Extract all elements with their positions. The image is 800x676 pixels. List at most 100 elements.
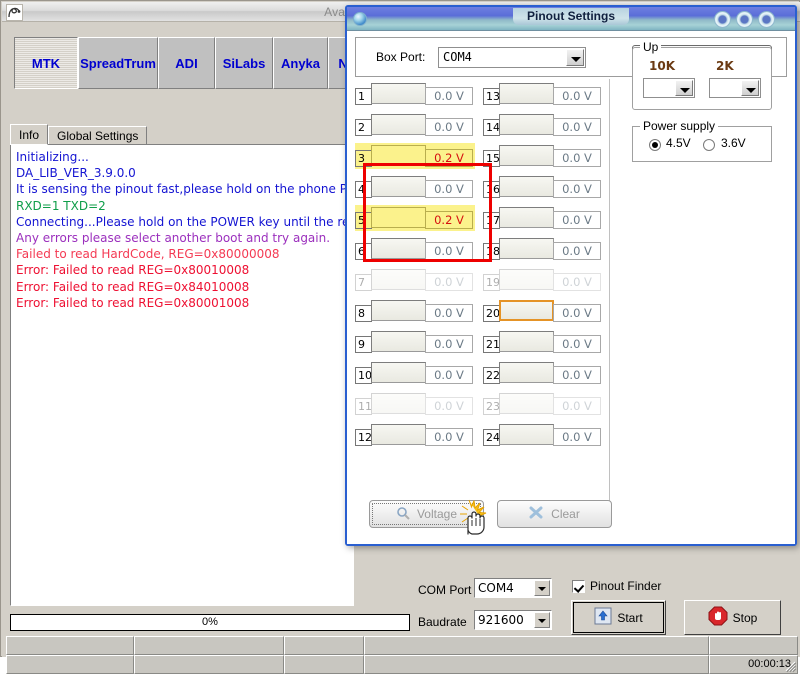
resistor-10k-select[interactable]: [643, 78, 695, 98]
pin-level-bar[interactable]: [499, 362, 554, 383]
pin-row[interactable]: 20 0.0 V: [483, 298, 603, 324]
upload-icon: [594, 607, 612, 628]
pin-row[interactable]: 9 0.0 V: [355, 329, 475, 355]
status-bar-row-bottom: 00:00:13: [6, 655, 798, 674]
pin-voltage: 0.2 V: [425, 149, 473, 167]
window-menu-orb-icon[interactable]: [353, 12, 367, 26]
box-port-select[interactable]: COM4: [438, 47, 586, 68]
status-cell-4: [364, 636, 709, 655]
maximize-button[interactable]: [736, 11, 753, 28]
log-output[interactable]: Initializing... DA_LIB_VER_3.9.0.0 It is…: [12, 146, 352, 604]
pin-row[interactable]: 11 0.0 V: [355, 391, 475, 417]
pin-level-bar[interactable]: [371, 238, 426, 259]
baudrate-select[interactable]: 921600: [474, 610, 552, 630]
pin-level-bar[interactable]: [371, 393, 426, 414]
voltage-button[interactable]: Voltage: [369, 500, 484, 528]
pin-row[interactable]: 15 0.0 V: [483, 143, 603, 169]
com-port-select[interactable]: COM4: [474, 578, 552, 598]
pin-row[interactable]: 3 0.2 V: [355, 143, 475, 169]
pin-row[interactable]: 14 0.0 V: [483, 112, 603, 138]
pin-level-bar[interactable]: [371, 207, 426, 228]
pin-voltage: 0.0 V: [425, 366, 473, 384]
chip-tab-spreadtrum[interactable]: SpreadTrum: [78, 37, 158, 89]
chevron-down-icon[interactable]: [534, 580, 550, 596]
box-port-value: COM4: [443, 50, 472, 64]
pin-grid: 1 0.0 V 2 0.0 V 3 0.2 V 4 0.0 V 5 0.2 V …: [355, 81, 603, 521]
pin-row[interactable]: 8 0.0 V: [355, 298, 475, 324]
pin-row[interactable]: 19 0.0 V: [483, 267, 603, 293]
pin-level-bar[interactable]: [371, 83, 426, 104]
pin-level-bar[interactable]: [371, 269, 426, 290]
power-45v-radio[interactable]: [649, 139, 661, 151]
stop-button[interactable]: Stop: [684, 600, 781, 635]
pin-level-bar[interactable]: [499, 176, 554, 197]
pin-row[interactable]: 24 0.0 V: [483, 422, 603, 448]
resistor-2k-label: 2K: [716, 59, 734, 73]
clear-label: Clear: [551, 507, 580, 521]
chip-tab-mtk[interactable]: MTK: [14, 37, 78, 89]
pin-row[interactable]: 1 0.0 V: [355, 81, 475, 107]
pin-row[interactable]: 16 0.0 V: [483, 174, 603, 200]
log-line: It is sensing the pinout fast,please hol…: [16, 182, 352, 197]
pin-level-bar[interactable]: [499, 207, 554, 228]
chip-tab-adi[interactable]: ADI: [158, 37, 215, 89]
chip-tab-label: SpreadTrum: [80, 55, 156, 71]
pin-level-bar[interactable]: [499, 269, 554, 290]
status-cell-2: [134, 636, 284, 655]
pin-level-bar[interactable]: [371, 300, 426, 321]
pin-row[interactable]: 6 0.0 V: [355, 236, 475, 262]
pin-row[interactable]: 10 0.0 V: [355, 360, 475, 386]
pin-number: 14: [483, 119, 500, 136]
pin-level-bar[interactable]: [499, 393, 554, 414]
chip-tab-label: Anyka: [280, 55, 321, 71]
pin-row[interactable]: 17 0.0 V: [483, 205, 603, 231]
chevron-down-icon[interactable]: [741, 80, 759, 96]
power-36v-radio[interactable]: [703, 139, 715, 151]
pin-row[interactable]: 4 0.0 V: [355, 174, 475, 200]
tab-global-settings[interactable]: Global Settings: [48, 126, 148, 145]
chip-tab-silabs[interactable]: SiLabs: [215, 37, 273, 89]
pin-row[interactable]: 7 0.0 V: [355, 267, 475, 293]
magnifier-icon: [396, 506, 410, 523]
power-36v-label: 3.6V: [721, 136, 746, 150]
pin-level-bar[interactable]: [371, 331, 426, 352]
pin-number: 16: [483, 181, 500, 198]
pin-row[interactable]: 12 0.0 V: [355, 422, 475, 448]
minimize-button[interactable]: [714, 11, 731, 28]
pin-level-bar[interactable]: [499, 300, 554, 321]
clear-button[interactable]: Clear: [497, 500, 612, 528]
pin-row[interactable]: 13 0.0 V: [483, 81, 603, 107]
pin-level-bar[interactable]: [371, 362, 426, 383]
pin-row[interactable]: 2 0.0 V: [355, 112, 475, 138]
pin-row[interactable]: 23 0.0 V: [483, 391, 603, 417]
pin-level-bar[interactable]: [499, 83, 554, 104]
tab-info[interactable]: Info: [10, 124, 49, 145]
chip-tab-anyka[interactable]: Anyka: [273, 37, 328, 89]
pin-row[interactable]: 21 0.0 V: [483, 329, 603, 355]
pin-voltage: 0.0 V: [553, 211, 601, 229]
chevron-down-icon[interactable]: [675, 80, 693, 96]
pinout-finder-checkbox[interactable]: [572, 580, 585, 593]
start-button[interactable]: Start: [571, 600, 666, 635]
pin-level-bar[interactable]: [371, 176, 426, 197]
pin-level-bar[interactable]: [371, 145, 426, 166]
pin-row[interactable]: 18 0.0 V: [483, 236, 603, 262]
resistor-2k-select[interactable]: [709, 78, 761, 98]
pin-voltage: 0.0 V: [553, 304, 601, 322]
pin-level-bar[interactable]: [499, 331, 554, 352]
info-tab-headers: Info Global Settings: [10, 124, 148, 145]
pin-level-bar[interactable]: [499, 238, 554, 259]
pin-level-bar[interactable]: [371, 114, 426, 135]
pin-row[interactable]: 5 0.2 V: [355, 205, 475, 231]
pin-level-bar[interactable]: [499, 145, 554, 166]
chevron-down-icon[interactable]: [534, 612, 550, 628]
pin-row[interactable]: 22 0.0 V: [483, 360, 603, 386]
dialog-title-bar[interactable]: Pinout Settings: [347, 7, 795, 31]
pin-level-bar[interactable]: [499, 424, 554, 445]
resize-grip-icon[interactable]: [783, 659, 797, 673]
log-line: Any errors please select another boot an…: [16, 231, 331, 246]
pin-level-bar[interactable]: [499, 114, 554, 135]
chevron-down-icon[interactable]: [566, 49, 584, 66]
close-button[interactable]: [758, 11, 775, 28]
pin-level-bar[interactable]: [371, 424, 426, 445]
